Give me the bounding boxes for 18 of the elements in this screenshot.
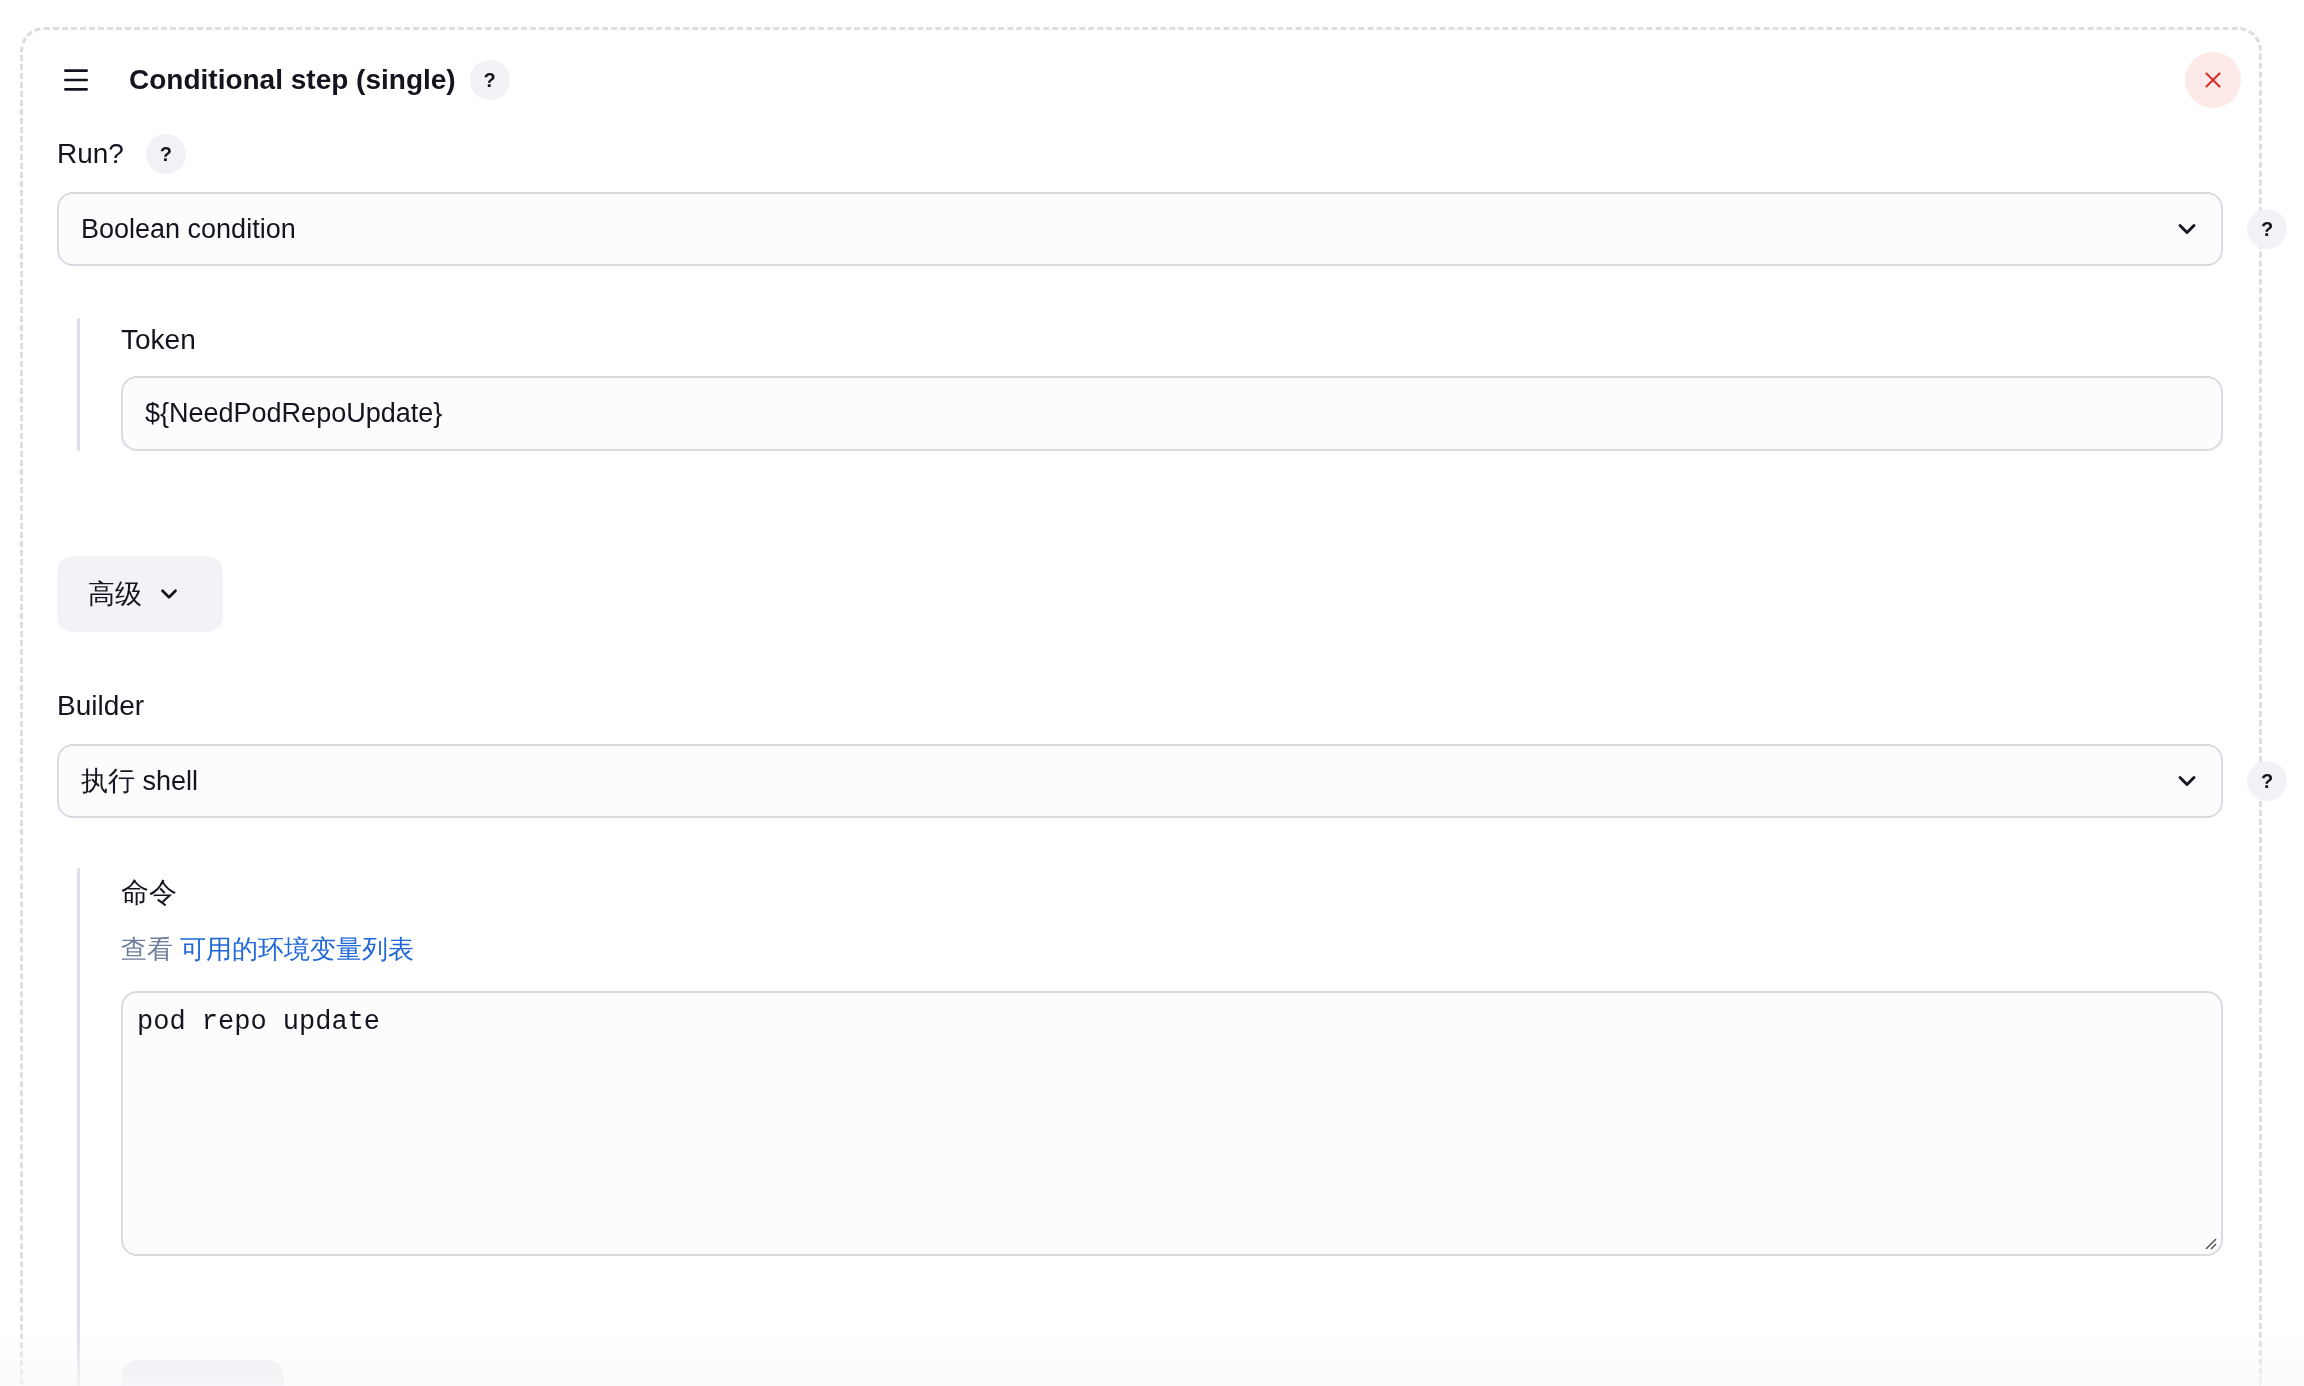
select-field[interactable]: 执行 shell	[57, 744, 2223, 818]
select-field[interactable]: Boolean condition	[57, 192, 2223, 266]
hint-text: 查看 可用的环境变量列表	[121, 933, 416, 966]
help-button[interactable]: ?	[2247, 209, 2287, 249]
field-label: Token	[121, 323, 197, 356]
command-textarea[interactable]: pod repo update	[121, 991, 2223, 1256]
help-button[interactable]: ?	[145, 134, 186, 174]
help-button[interactable]: ?	[2247, 761, 2287, 801]
advanced-button[interactable]: 高级	[57, 556, 223, 632]
step-title: Conditional step (single)	[129, 64, 456, 96]
close-button[interactable]	[2185, 52, 2241, 108]
field-label: 命令	[121, 876, 178, 910]
env-vars-link[interactable]: 可用的环境变量列表	[180, 934, 415, 964]
field-label: Run?	[57, 138, 124, 170]
field-label: Builder	[57, 690, 145, 722]
input-field[interactable]: ${NeedPodRepoUpdate}	[121, 376, 2223, 451]
help-button[interactable]: ?	[469, 60, 510, 100]
resize-grip-icon[interactable]	[2203, 1236, 2217, 1250]
